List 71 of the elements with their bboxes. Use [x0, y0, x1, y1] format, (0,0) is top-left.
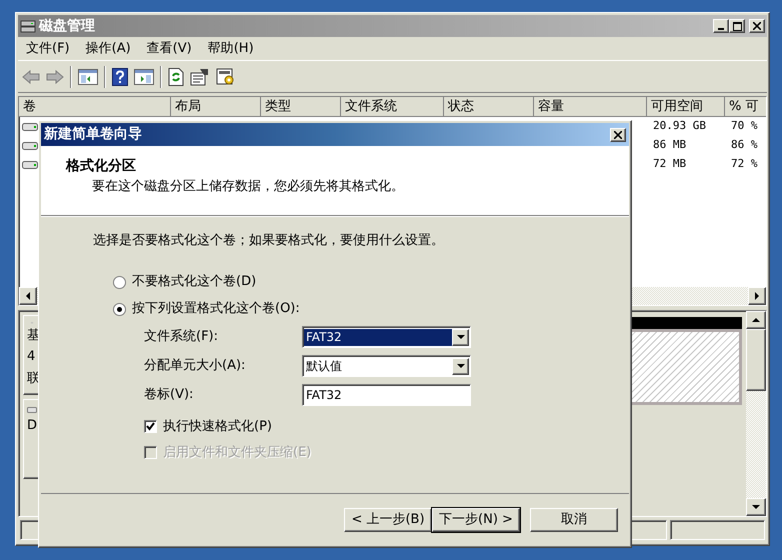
left-arrow-icon [25, 292, 31, 300]
disk-drive-icon [22, 160, 38, 170]
minimize-button[interactable] [713, 19, 729, 33]
scroll-up-button[interactable] [746, 311, 766, 329]
table-cell-text: 20.93 GB [652, 118, 707, 134]
radio-button[interactable] [113, 302, 126, 316]
close-button[interactable] [610, 128, 626, 142]
table-cell-text: 72 MB [652, 156, 688, 172]
menu-item[interactable]: 操作(A) [78, 38, 139, 58]
maximize-button[interactable] [729, 19, 745, 33]
scroll-right-button[interactable] [748, 287, 766, 305]
disk-label-text: 4 [27, 348, 36, 366]
radio-button[interactable] [113, 276, 126, 288]
table-cell-text: 86 MB [652, 137, 688, 154]
wizard-button[interactable]: 下一步(N) > [432, 508, 520, 532]
close-icon [614, 130, 622, 138]
right-arrow-icon [754, 292, 760, 300]
dropdown-field[interactable]: 默认值 [302, 355, 471, 377]
refresh-icon[interactable] [168, 68, 184, 86]
dropdown-arrow-icon [456, 364, 464, 368]
dialog-title: 新建简单卷向导 [44, 124, 142, 144]
column-header[interactable]: 布局 [171, 97, 261, 117]
instruction-text: 选择是否要格式化这个卷；如果要格式化，要使用什么设置。 [93, 232, 445, 250]
scroll-down-button[interactable] [746, 498, 766, 516]
down-arrow-icon [752, 504, 760, 510]
menu-item[interactable]: 文件(F) [18, 38, 78, 58]
option-label[interactable]: 按下列设置格式化这个卷(O): [132, 299, 300, 319]
disk-drive-icon [20, 19, 36, 33]
page-subheading: 要在这个磁盘分区上储存数据，您必须先将其格式化。 [92, 178, 405, 196]
window-title: 磁盘管理 [39, 16, 95, 36]
column-header[interactable]: % 可 [725, 97, 766, 117]
table-cell-text: 86 % [730, 137, 758, 154]
disk-label-text: 联 [27, 370, 41, 388]
checkbox-label[interactable]: 执行快速格式化(P) [163, 416, 272, 436]
wizard-button[interactable]: < 上一步(B) [344, 508, 432, 532]
close-button[interactable] [749, 19, 765, 33]
option-label[interactable]: 不要格式化这个卷(D) [132, 272, 256, 292]
field-label: 文件系统(F): [144, 328, 220, 346]
column-header[interactable]: 卷 [19, 97, 171, 117]
text-field[interactable]: FAT32 [302, 384, 471, 406]
column-header[interactable]: 容量 [534, 97, 647, 117]
table-cell-text: 72 % [730, 156, 758, 172]
disk-drive-icon [22, 122, 38, 132]
scroll-thumb[interactable] [746, 329, 766, 391]
column-header[interactable]: 状态 [444, 97, 534, 117]
column-header[interactable]: 文件系统 [341, 97, 444, 117]
close-icon [753, 22, 761, 30]
properties-icon[interactable] [190, 68, 210, 86]
scroll-left-button[interactable] [19, 287, 37, 305]
up-arrow-icon [752, 317, 760, 323]
field-label: 分配单元大小(A): [144, 357, 246, 376]
checkbox[interactable] [144, 420, 157, 433]
menu-item[interactable]: 帮助(H) [200, 38, 262, 58]
maximize-icon [732, 22, 742, 30]
page-heading: 格式化分区 [66, 157, 137, 176]
help-icon[interactable] [112, 68, 128, 86]
column-header[interactable]: 类型 [261, 97, 341, 117]
back-arrow-icon[interactable] [22, 68, 40, 84]
menu-item[interactable]: 查看(V) [138, 38, 200, 58]
forward-arrow-icon[interactable] [46, 68, 64, 84]
action-pane-icon[interactable] [134, 68, 154, 84]
field-label: 卷标(V): [144, 386, 194, 404]
wizard-button[interactable]: 取消 [530, 508, 618, 532]
dropdown-arrow-icon [456, 334, 464, 340]
dropdown-field[interactable]: FAT32 [302, 326, 471, 348]
checkbox-label: 启用文件和文件夹压缩(E) [163, 444, 312, 462]
disk-label-text: D [27, 417, 38, 435]
column-header[interactable]: 可用空间 [647, 97, 725, 117]
table-cell-text: 70 % [730, 118, 758, 134]
disk-drive-icon [22, 140, 38, 150]
console-tree-icon[interactable] [78, 68, 98, 84]
